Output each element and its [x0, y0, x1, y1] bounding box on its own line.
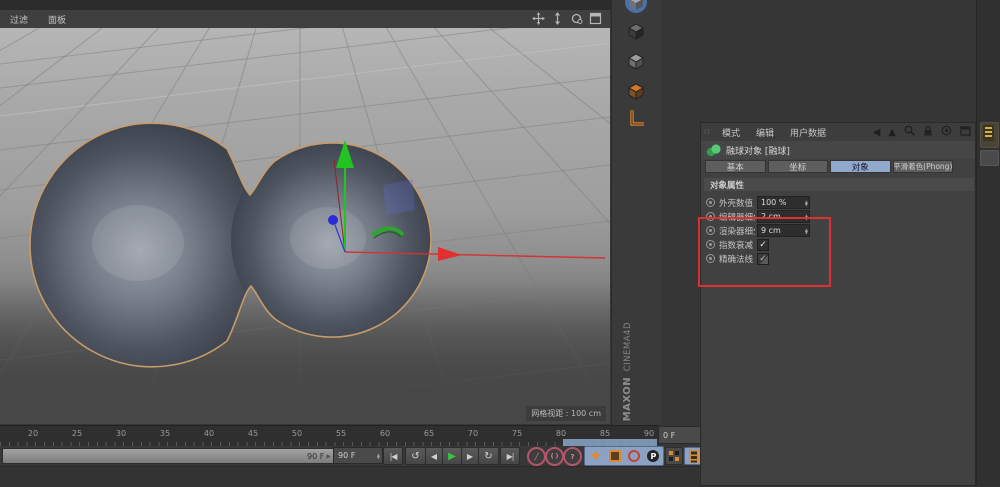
dock-tab-layers[interactable] [980, 150, 999, 166]
status-bar [0, 466, 700, 487]
attribute-menubar: ⁞⁞ 模式 编辑 用户数据 ◀ ▲ [701, 123, 975, 142]
convert-editable-icon[interactable] [620, 0, 652, 15]
history-up-icon[interactable]: ▲ [888, 127, 896, 138]
keying-options-group: P [584, 446, 664, 466]
property-row-hull-value: 外壳数值 . 100 %▲▼ [704, 196, 810, 209]
timeline-tick: 30 [116, 429, 126, 438]
z-axis-handle-icon [328, 215, 338, 225]
search-icon[interactable] [904, 125, 915, 139]
timeline-tick: 75 [512, 429, 522, 438]
timeline-tick: 50 [292, 429, 302, 438]
current-frame-field[interactable]: 0 F▲▼ [658, 426, 706, 444]
timeline-tick: 20 [28, 429, 38, 438]
timeline-tick: 25 [72, 429, 82, 438]
tab-object[interactable]: 对象 [830, 160, 891, 173]
object-title: 融球对象 [融球] [726, 144, 790, 157]
timeline-tick: 80 [556, 429, 566, 438]
rotate-view-icon[interactable] [570, 12, 583, 25]
timeline-tick: 35 [160, 429, 170, 438]
play-button[interactable]: ▶ [442, 447, 462, 465]
animation-toolbar: 90 F▶ 90 F▲▼ |◀ ↺ ◀ ▶ ▶ ↻ ▶| ╱ ( ) ? P [0, 446, 700, 466]
grid-distance-label: 网格视距 : 100 cm [526, 406, 606, 421]
viewport-menubar: 过滤 面板 [0, 10, 610, 29]
autokey-button[interactable]: ( ) [545, 447, 564, 466]
prev-frame-button[interactable]: ◀ [425, 447, 443, 465]
timeline-range-slider[interactable]: 90 F▶ [2, 448, 336, 464]
attribute-tabs: 基本 坐标 对象 平滑着色(Phong) [705, 160, 953, 173]
axis-mode-icon[interactable] [620, 104, 652, 131]
property-label: 外壳数值 . [719, 197, 755, 209]
timeline-tick: 60 [380, 429, 390, 438]
points-mode-icon[interactable] [620, 47, 652, 74]
keyframe-selection-button[interactable]: ? [563, 447, 582, 466]
dock-window-icon[interactable] [960, 125, 971, 139]
tab-coordinates[interactable]: 坐标 [768, 160, 829, 173]
key-rotation-icon[interactable] [628, 450, 640, 462]
end-frame-field[interactable]: 90 F▲▼ [333, 447, 383, 464]
lock-icon[interactable] [923, 125, 933, 139]
x-axis-arrow-icon [438, 247, 462, 261]
tab-phong[interactable]: 平滑着色(Phong) [893, 160, 954, 173]
section-object-properties[interactable]: 对象属性 [704, 178, 974, 191]
next-key-button[interactable]: ↻ [478, 447, 499, 465]
polygons-mode-icon[interactable] [620, 77, 652, 104]
annotation-box [698, 217, 831, 287]
timeline-tick: 85 [600, 429, 610, 438]
next-frame-button[interactable]: ▶ [461, 447, 479, 465]
history-back-icon[interactable]: ◀ [873, 127, 881, 138]
dolly-view-icon[interactable] [551, 12, 564, 25]
viewport-canvas[interactable]: 网格视距 : 100 cm [0, 28, 610, 424]
tab-basic[interactable]: 基本 [705, 160, 766, 173]
brand-logo: MAXON CINEMA4D [622, 322, 634, 421]
menu-userdata[interactable]: 用户数据 [782, 126, 834, 139]
hull-value-field[interactable]: 100 %▲▼ [757, 196, 810, 209]
attribute-manager: ⁞⁞ 模式 编辑 用户数据 ◀ ▲ 融球对象 [融球] 基本 坐标 对象 平滑着… [700, 122, 976, 486]
panel-grip-icon[interactable]: ⁞⁞ [704, 128, 714, 136]
dock-edge-strip [976, 0, 1000, 486]
timeline-tick: 55 [336, 429, 346, 438]
record-keyframe-button[interactable]: ╱ [527, 447, 546, 466]
toggle-view-icon[interactable] [589, 12, 602, 25]
timeline-ruler[interactable]: 20 25 30 35 40 45 50 55 60 65 70 75 80 8… [0, 425, 658, 446]
metaball-object-icon [706, 144, 721, 157]
mode-toolbar: MAXON CINEMA4D [611, 0, 661, 425]
timeline-tick: 40 [204, 429, 214, 438]
key-position-icon[interactable] [589, 447, 602, 466]
model-mode-icon[interactable] [620, 17, 652, 44]
key-pla-icon[interactable] [665, 447, 683, 465]
menu-panel[interactable]: 面板 [38, 13, 76, 26]
animation-toggle-icon[interactable] [706, 198, 715, 207]
menu-filter[interactable]: 过滤 [0, 13, 38, 26]
metaball-object[interactable] [0, 28, 610, 424]
timeline-tick: 90 [644, 429, 654, 438]
object-title-row[interactable]: 融球对象 [融球] [701, 141, 975, 159]
window-titlebar [0, 0, 660, 10]
key-scale-icon[interactable] [609, 450, 621, 462]
timeline-tick: 65 [424, 429, 434, 438]
prev-key-button[interactable]: ↺ [405, 447, 426, 465]
dock-tab-attributes[interactable] [980, 122, 999, 148]
key-parameter-icon[interactable]: P [647, 450, 659, 462]
menu-mode[interactable]: 模式 [714, 126, 748, 139]
go-to-start-button[interactable]: |◀ [383, 447, 403, 465]
go-to-end-button[interactable]: ▶| [500, 447, 520, 465]
timeline-tick: 70 [468, 429, 478, 438]
plane-handle [383, 180, 415, 215]
pan-view-icon[interactable] [532, 12, 545, 25]
menu-edit[interactable]: 编辑 [748, 126, 782, 139]
target-icon[interactable] [941, 125, 952, 139]
preview-range[interactable] [563, 439, 657, 446]
timeline-tick: 45 [248, 429, 258, 438]
